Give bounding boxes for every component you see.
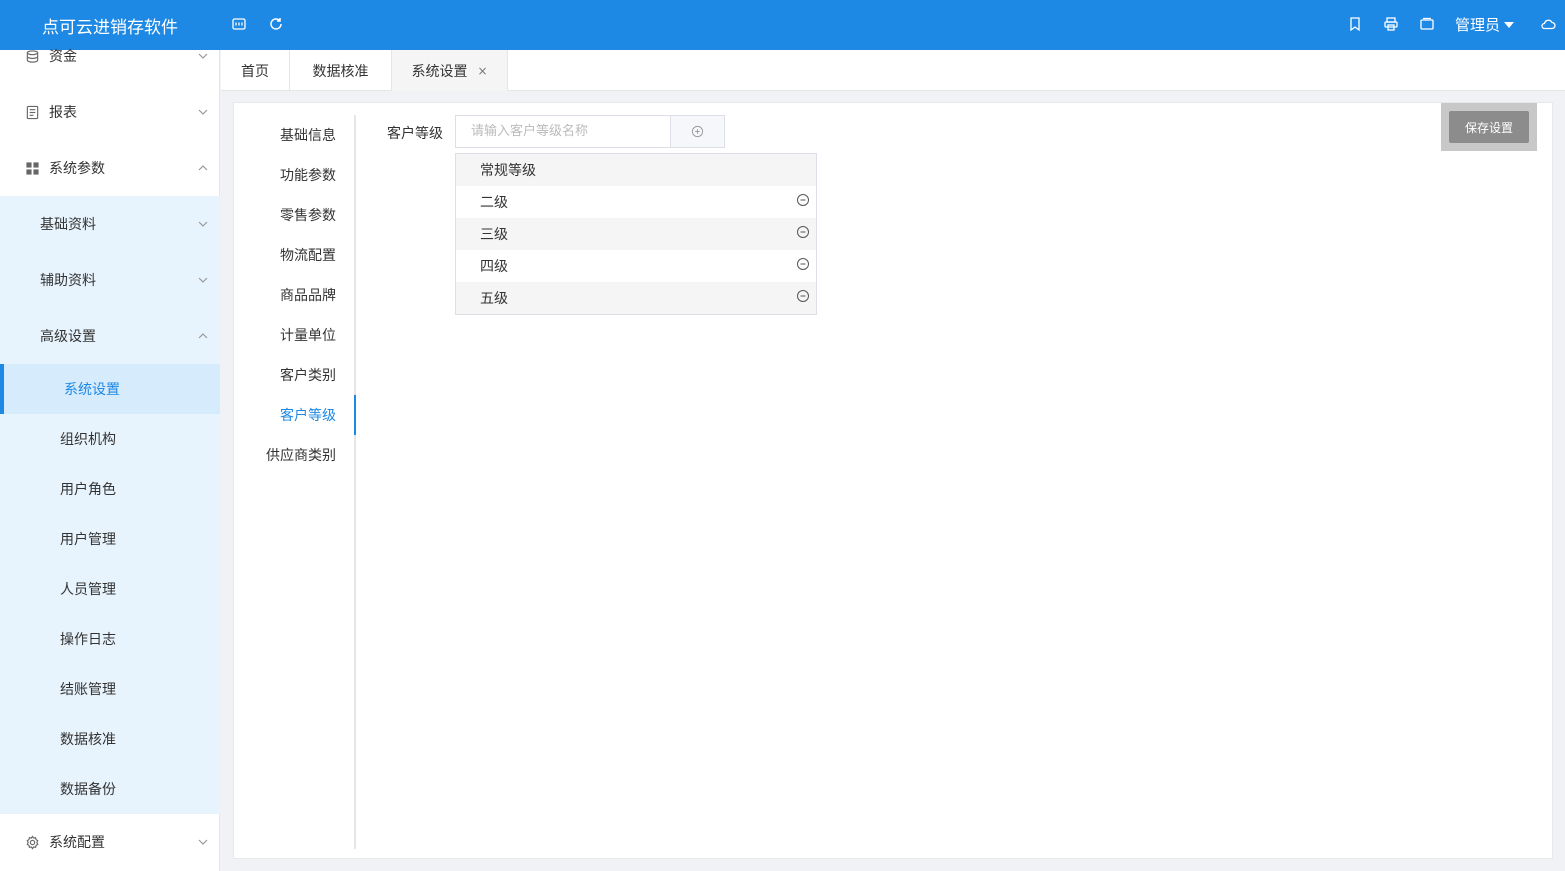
remove-icon[interactable]: [796, 225, 810, 239]
chevron-down-icon: [198, 839, 208, 845]
gear-icon: [24, 834, 40, 850]
sidebar-sub-label: 高级设置: [40, 329, 96, 345]
customer-level-input[interactable]: [456, 116, 670, 147]
sidebar-item-funds[interactable]: 资金: [0, 28, 220, 84]
tab-data-verify[interactable]: 数据核准: [290, 50, 392, 91]
sidebar-leaf-system-settings[interactable]: 系统设置: [0, 364, 220, 414]
chevron-up-icon: [198, 333, 208, 339]
sidebar-leaf-label: 数据核准: [60, 732, 116, 748]
sidebar-leaf-label: 结账管理: [60, 682, 116, 698]
tab-label: 系统设置: [411, 63, 468, 80]
sidebar-item-label: 资金: [49, 49, 77, 65]
chevron-down-icon: [198, 277, 208, 283]
sidebar-sub-label: 辅助资料: [40, 273, 96, 289]
settings-nav-function-params[interactable]: 功能参数: [280, 155, 336, 195]
remove-icon[interactable]: [796, 193, 810, 207]
sidebar-sub-aux-data[interactable]: 辅助资料: [0, 252, 220, 308]
sidebar-item-label: 系统配置: [49, 835, 105, 851]
active-indicator: [354, 395, 356, 435]
bookmark-icon[interactable]: [1346, 15, 1364, 33]
sidebar-leaf-user-roles[interactable]: 用户角色: [0, 464, 220, 514]
sidebar-sub-advanced[interactable]: 高级设置: [0, 308, 220, 364]
cloud-icon[interactable]: [1539, 15, 1557, 33]
keyboard-icon[interactable]: [230, 15, 248, 33]
chevron-down-icon: [198, 53, 208, 59]
sidebar-leaf-operation-log[interactable]: 操作日志: [0, 614, 220, 664]
chevron-down-icon: [198, 221, 208, 227]
sidebar-item-system-params[interactable]: 系统参数: [0, 140, 220, 196]
customer-level-label: 客户等级: [387, 126, 443, 142]
remove-icon[interactable]: [796, 257, 810, 271]
settings-nav-retail-params[interactable]: 零售参数: [280, 195, 336, 235]
printer-icon[interactable]: [1382, 15, 1400, 33]
sidebar-sub-basic-data[interactable]: 基础资料: [0, 196, 220, 252]
sidebar-leaf-data-verify[interactable]: 数据核准: [0, 714, 220, 764]
sidebar-item-reports[interactable]: 报表: [0, 84, 220, 140]
tab-home[interactable]: 首页: [221, 50, 290, 91]
document-icon: [24, 104, 40, 120]
close-icon[interactable]: ×: [477, 64, 487, 78]
sidebar-leaf-label: 用户管理: [60, 532, 116, 548]
remove-icon[interactable]: [796, 289, 810, 303]
settings-nav-customer-category[interactable]: 客户类别: [280, 355, 336, 395]
plus-circle-icon: [691, 125, 704, 138]
top-bar: 点可云进销存软件 管理员: [0, 0, 1565, 50]
chevron-down-icon: [1504, 21, 1515, 28]
chevron-down-icon: [198, 109, 208, 115]
sidebar-leaf-user-management[interactable]: 用户管理: [0, 514, 220, 564]
settings-nav-brands[interactable]: 商品品牌: [280, 275, 336, 315]
settings-nav: 基础信息 功能参数 零售参数 物流配置 商品品牌 计量单位 客户类别 客户等级 …: [234, 115, 356, 849]
sidebar-leaf-label: 组织机构: [60, 432, 116, 448]
window-icon[interactable]: [1418, 15, 1436, 33]
level-label: 四级: [480, 259, 508, 275]
sidebar-item-label: 报表: [49, 105, 77, 121]
settings-nav-basic-info[interactable]: 基础信息: [280, 115, 336, 155]
sidebar-leaf-organization[interactable]: 组织机构: [0, 414, 220, 464]
list-item: 常规等级: [456, 154, 816, 186]
sidebar-leaf-label: 用户角色: [60, 482, 116, 498]
sidebar-leaf-label: 系统设置: [64, 382, 120, 398]
sidebar-item-system-config[interactable]: 系统配置: [0, 814, 220, 870]
user-label: 管理员: [1455, 16, 1501, 34]
save-settings-button[interactable]: 保存设置: [1449, 111, 1529, 143]
settings-nav-logistics[interactable]: 物流配置: [280, 235, 336, 275]
customer-level-input-group: [455, 115, 725, 148]
list-item: 二级: [456, 186, 816, 218]
level-label: 三级: [480, 227, 508, 243]
level-label: 二级: [480, 195, 508, 211]
list-item: 四级: [456, 250, 816, 282]
database-icon: [24, 48, 40, 64]
level-label: 五级: [480, 291, 508, 307]
refresh-icon[interactable]: [267, 15, 285, 33]
add-level-button[interactable]: [670, 116, 724, 147]
tab-label: 数据核准: [312, 63, 369, 80]
settings-nav-supplier-category[interactable]: 供应商类别: [266, 435, 336, 475]
sidebar-leaf-label: 操作日志: [60, 632, 116, 648]
tab-bar: 首页 数据核准 系统设置 ×: [221, 50, 1565, 91]
list-item: 五级: [456, 282, 816, 314]
grid-icon: [24, 160, 40, 176]
save-settings-button-area: 保存设置: [1441, 103, 1537, 151]
user-menu[interactable]: 管理员: [1455, 14, 1515, 35]
settings-nav-customer-level[interactable]: 客户等级: [280, 395, 336, 435]
tab-system-settings[interactable]: 系统设置 ×: [392, 50, 508, 91]
tab-label: 首页: [241, 63, 269, 80]
sidebar-leaf-closing[interactable]: 结账管理: [0, 664, 220, 714]
sidebar-leaf-label: 人员管理: [60, 582, 116, 598]
level-label: 常规等级: [480, 163, 536, 179]
sidebar-leaf-staff-management[interactable]: 人员管理: [0, 564, 220, 614]
chevron-up-icon: [198, 165, 208, 171]
sidebar-leaf-label: 数据备份: [60, 782, 116, 798]
customer-level-list: 常规等级 二级 三级 四级 五级: [455, 153, 817, 315]
settings-nav-units[interactable]: 计量单位: [280, 315, 336, 355]
list-item: 三级: [456, 218, 816, 250]
sidebar-leaf-data-backup[interactable]: 数据备份: [0, 764, 220, 814]
sidebar-item-label: 系统参数: [49, 161, 105, 177]
settings-panel: 基础信息 功能参数 零售参数 物流配置 商品品牌 计量单位 客户类别 客户等级 …: [233, 102, 1553, 859]
sidebar: 资金 报表 系统参数 基础资料 辅助资料 高级设置 系统设置 组织机构 用户角色…: [0, 49, 220, 871]
sidebar-sub-label: 基础资料: [40, 217, 96, 233]
